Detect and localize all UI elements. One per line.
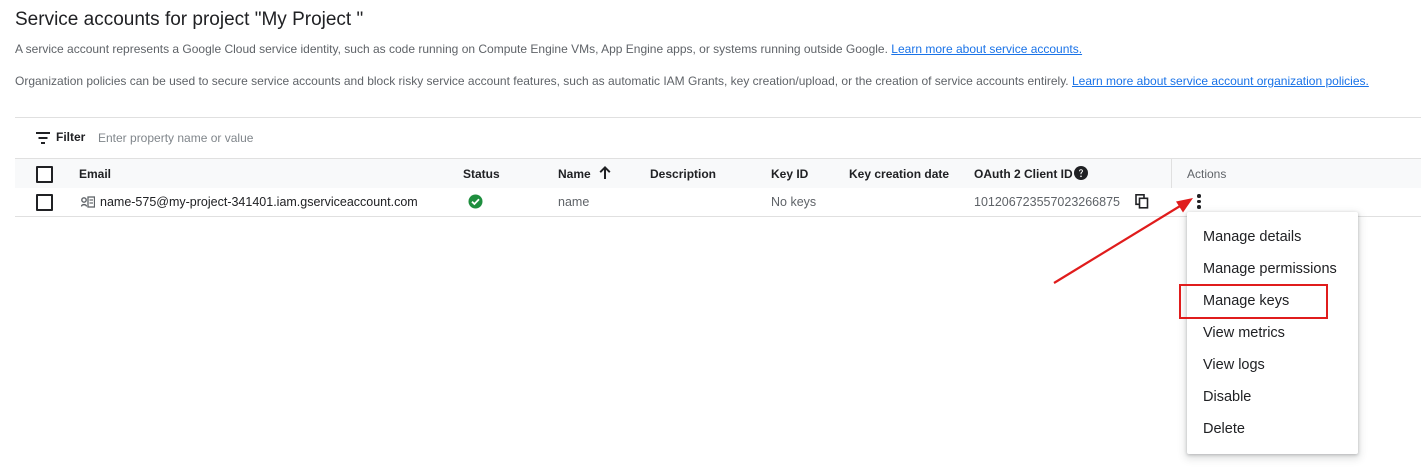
column-header-name[interactable]: Name [558, 167, 591, 181]
learn-more-org-policies-link[interactable]: Learn more about service account organiz… [1072, 74, 1369, 88]
filter-list-icon[interactable] [36, 132, 50, 144]
menu-item-manage-details[interactable]: Manage details [1203, 229, 1301, 245]
menu-item-manage-permissions[interactable]: Manage permissions [1203, 261, 1337, 277]
column-header-email[interactable]: Email [79, 167, 111, 181]
menu-item-view-logs[interactable]: View logs [1203, 357, 1265, 373]
service-account-email[interactable]: name-575@my-project-341401.iam.gservicea… [100, 195, 418, 209]
column-separator [1171, 159, 1172, 188]
copy-icon[interactable] [1135, 194, 1149, 209]
service-account-icon [80, 195, 96, 208]
key-id-value: No keys [771, 195, 817, 209]
filter-input[interactable] [98, 128, 478, 148]
menu-item-disable[interactable]: Disable [1203, 389, 1251, 405]
more-vert-icon[interactable] [1193, 192, 1205, 212]
description-text: Organization policies can be used to sec… [15, 74, 1069, 88]
service-accounts-page: Service accounts for project "My Project… [0, 0, 1421, 469]
column-header-oauth-client-id[interactable]: OAuth 2 Client ID [974, 167, 1073, 181]
page-title: Service accounts for project "My Project… [15, 9, 364, 30]
column-header-status[interactable]: Status [463, 167, 500, 181]
row-checkbox[interactable] [36, 194, 53, 211]
menu-item-delete[interactable]: Delete [1203, 421, 1245, 437]
service-account-name: name [558, 195, 590, 209]
column-header-actions: Actions [1187, 167, 1227, 181]
description-text: A service account represents a Google Cl… [15, 42, 888, 56]
table-header: Email Status Name Description Key ID Key… [15, 158, 1421, 189]
help-icon[interactable] [1073, 165, 1089, 181]
menu-item-manage-keys[interactable]: Manage keys [1203, 293, 1289, 309]
learn-more-service-accounts-link[interactable]: Learn more about service accounts. [891, 42, 1082, 56]
check-circle-icon [468, 194, 483, 209]
menu-item-view-metrics[interactable]: View metrics [1203, 325, 1285, 341]
oauth-client-id-value: 101206723557023266875 [974, 195, 1120, 209]
filter-label: Filter [56, 130, 86, 144]
column-header-key-id[interactable]: Key ID [771, 167, 808, 181]
arrow-upward-icon[interactable] [598, 165, 612, 180]
select-all-checkbox[interactable] [36, 166, 53, 183]
column-header-key-creation-date[interactable]: Key creation date [849, 167, 949, 181]
divider [15, 117, 1421, 118]
org-policies-description: Organization policies can be used to sec… [15, 74, 1369, 88]
service-account-description: A service account represents a Google Cl… [15, 42, 1082, 56]
actions-menu: Manage details Manage permissions Manage… [1187, 212, 1358, 454]
column-header-description[interactable]: Description [650, 167, 716, 181]
